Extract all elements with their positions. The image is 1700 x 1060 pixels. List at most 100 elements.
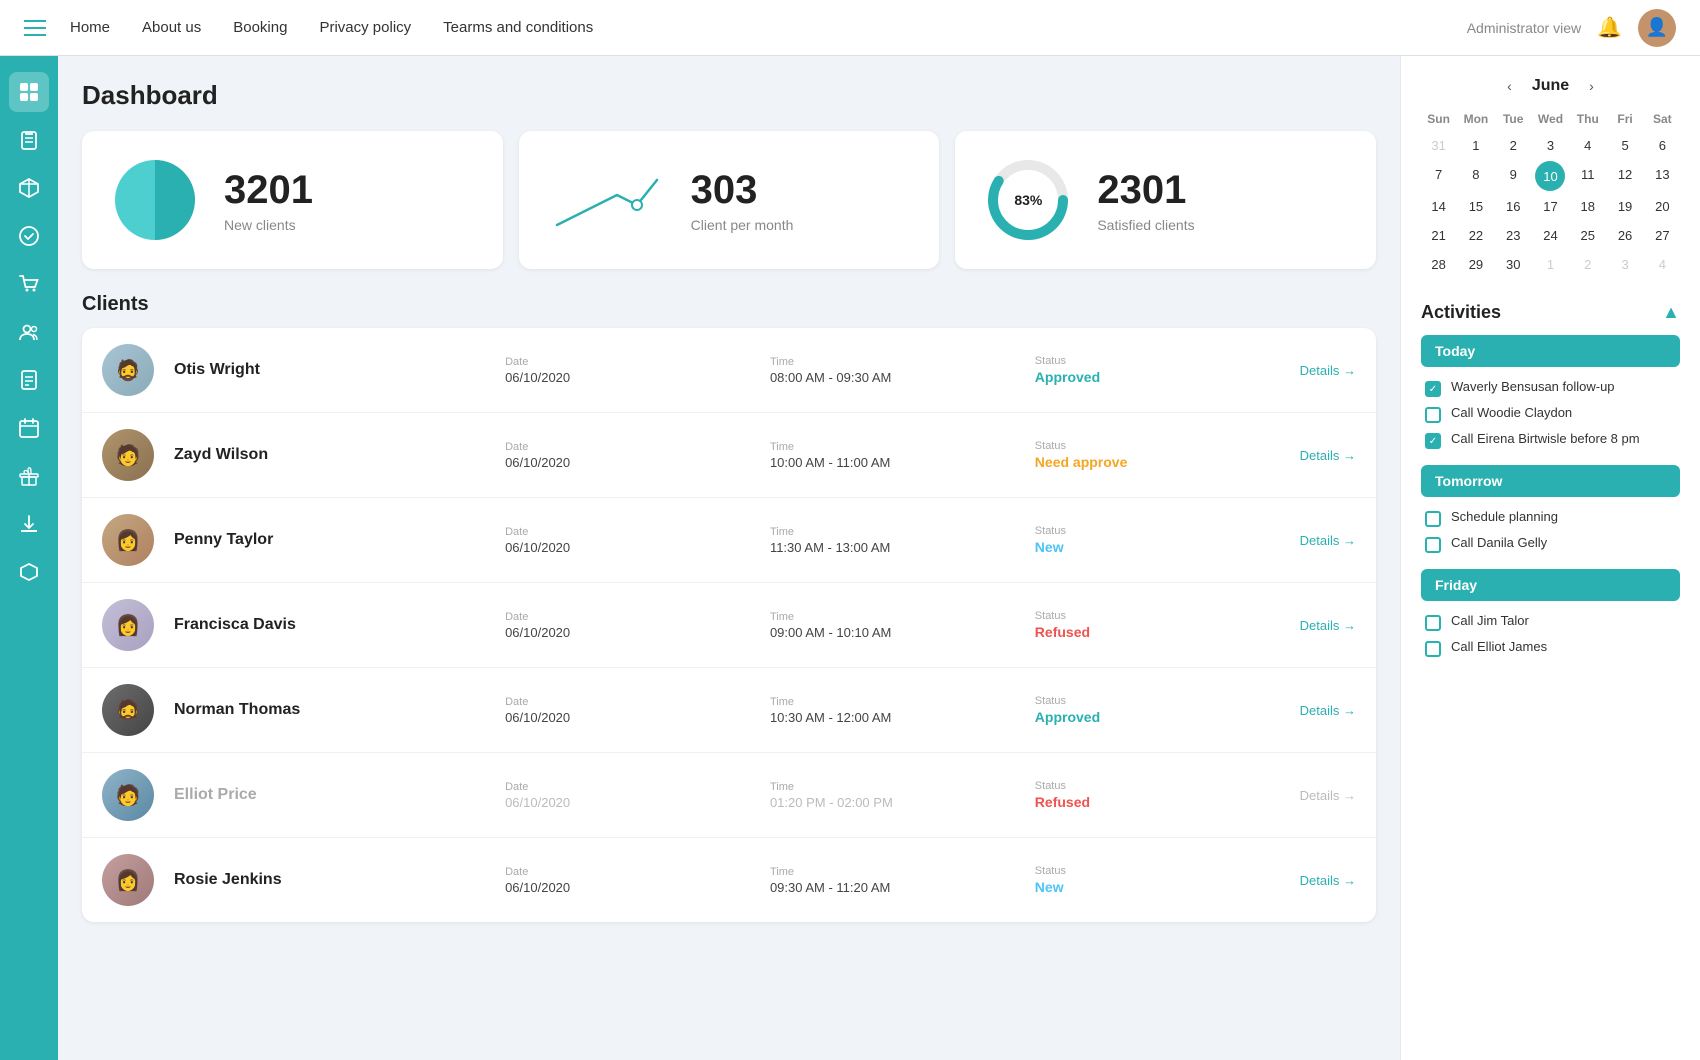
admin-label: Administrator view [1467,20,1581,36]
activity-text: Call Danila Gelly [1451,535,1547,550]
activity-checkbox[interactable] [1425,537,1441,553]
calendar-day[interactable]: 3 [1533,132,1568,159]
calendar-day[interactable]: 23 [1496,222,1531,249]
calendar-day-header: Fri [1607,108,1642,130]
stat-number-client-month: 303 [691,168,794,213]
calendar-day[interactable]: 29 [1458,251,1493,278]
calendar-day[interactable]: 4 [1645,251,1680,278]
calendar-day[interactable]: 24 [1533,222,1568,249]
nav-home[interactable]: Home [70,19,110,36]
calendar-day[interactable]: 18 [1570,193,1605,220]
sidebar-item-clipboard[interactable] [9,120,49,160]
calendar-day[interactable]: 8 [1458,161,1493,191]
activity-text: Call Eirena Birtwisle before 8 pm [1451,431,1640,446]
clients-section-title: Clients [82,293,1376,316]
client-date-field: Date 06/10/2020 [505,356,770,385]
calendar-day[interactable]: 30 [1496,251,1531,278]
calendar-day[interactable]: 20 [1645,193,1680,220]
calendar-day[interactable]: 12 [1607,161,1642,191]
sidebar-item-download[interactable] [9,504,49,544]
calendar-day[interactable]: 19 [1607,193,1642,220]
details-link[interactable]: Details → [1300,703,1356,718]
activity-checkbox[interactable] [1425,511,1441,527]
calendar-day-header: Sat [1645,108,1680,130]
stat-info-client-month: 303 Client per month [691,168,794,233]
calendar-day-header: Mon [1458,108,1493,130]
calendar-next[interactable]: › [1585,76,1598,96]
activity-checkbox[interactable] [1425,433,1441,449]
calendar-day[interactable]: 4 [1570,132,1605,159]
hamburger-menu[interactable] [24,20,46,36]
calendar-day[interactable]: 28 [1421,251,1456,278]
status-label: Status [1035,525,1300,537]
calendar-day[interactable]: 5 [1607,132,1642,159]
nav-booking[interactable]: Booking [233,19,287,36]
nav-about[interactable]: About us [142,19,201,36]
date-label: Date [505,441,770,453]
calendar-day[interactable]: 3 [1607,251,1642,278]
calendar-day[interactable]: 6 [1645,132,1680,159]
sidebar-item-cart[interactable] [9,264,49,304]
sidebar-item-check[interactable] [9,216,49,256]
nav-privacy[interactable]: Privacy policy [319,19,411,36]
sidebar-item-gift[interactable] [9,456,49,496]
activity-checkbox[interactable] [1425,381,1441,397]
bell-icon[interactable]: 🔔 [1597,15,1622,40]
nav-terms[interactable]: Tearms and conditions [443,19,593,36]
details-link[interactable]: Details → [1300,788,1356,803]
client-row: 👩 Penny Taylor Date 06/10/2020 Time 11:3… [82,498,1376,583]
details-link[interactable]: Details → [1300,618,1356,633]
calendar-day[interactable]: 15 [1458,193,1493,220]
sidebar-item-package[interactable] [9,168,49,208]
calendar-day[interactable]: 26 [1607,222,1642,249]
sidebar-item-dashboard[interactable] [9,72,49,112]
details-link[interactable]: Details → [1300,873,1356,888]
calendar-day[interactable]: 22 [1458,222,1493,249]
activities-collapse[interactable]: ▲ [1662,302,1680,323]
details-link[interactable]: Details → [1300,363,1356,378]
client-name: Rosie Jenkins [174,871,505,889]
stat-card-new-clients: 3201 New clients [82,131,503,269]
activity-checkbox[interactable] [1425,641,1441,657]
sidebar-item-document[interactable] [9,360,49,400]
calendar-prev[interactable]: ‹ [1503,76,1516,96]
sidebar-item-calendar[interactable] [9,408,49,448]
client-avatar: 🧔 [102,684,154,736]
calendar-day[interactable]: 27 [1645,222,1680,249]
calendar-day[interactable]: 11 [1570,161,1605,191]
details-link[interactable]: Details → [1300,448,1356,463]
sidebar-item-users[interactable] [9,312,49,352]
calendar-day[interactable]: 14 [1421,193,1456,220]
activity-item: Waverly Bensusan follow-up [1421,375,1680,401]
calendar-day-header: Sun [1421,108,1456,130]
time-label: Time [770,611,1035,623]
calendar-day[interactable]: 17 [1533,193,1568,220]
stat-number-new-clients: 3201 [224,168,313,213]
calendar-day[interactable]: 13 [1645,161,1680,191]
date-label: Date [505,526,770,538]
calendar-header: ‹ June › [1421,76,1680,96]
calendar-day[interactable]: 7 [1421,161,1456,191]
user-avatar[interactable]: 👤 [1638,9,1676,47]
activity-checkbox[interactable] [1425,407,1441,423]
details-link[interactable]: Details → [1300,533,1356,548]
activity-group: FridayCall Jim TalorCall Elliot James [1421,569,1680,661]
calendar-day[interactable]: 10 [1535,161,1565,191]
calendar-day[interactable]: 1 [1533,251,1568,278]
nav-right: Administrator view 🔔 👤 [1467,9,1676,47]
calendar-day[interactable]: 1 [1458,132,1493,159]
calendar-day[interactable]: 2 [1570,251,1605,278]
calendar-day[interactable]: 16 [1496,193,1531,220]
calendar-day[interactable]: 25 [1570,222,1605,249]
calendar-day[interactable]: 31 [1421,132,1456,159]
status-label: Status [1035,695,1300,707]
client-time-field: Time 08:00 AM - 09:30 AM [770,356,1035,385]
calendar-day[interactable]: 21 [1421,222,1456,249]
sidebar-item-box[interactable] [9,552,49,592]
calendar-day[interactable]: 2 [1496,132,1531,159]
client-row: 👩 Rosie Jenkins Date 06/10/2020 Time 09:… [82,838,1376,922]
activity-checkbox[interactable] [1425,615,1441,631]
client-status-field: Status Approved [1035,695,1300,725]
calendar-day[interactable]: 9 [1496,161,1531,191]
client-status-field: Status Approved [1035,355,1300,385]
